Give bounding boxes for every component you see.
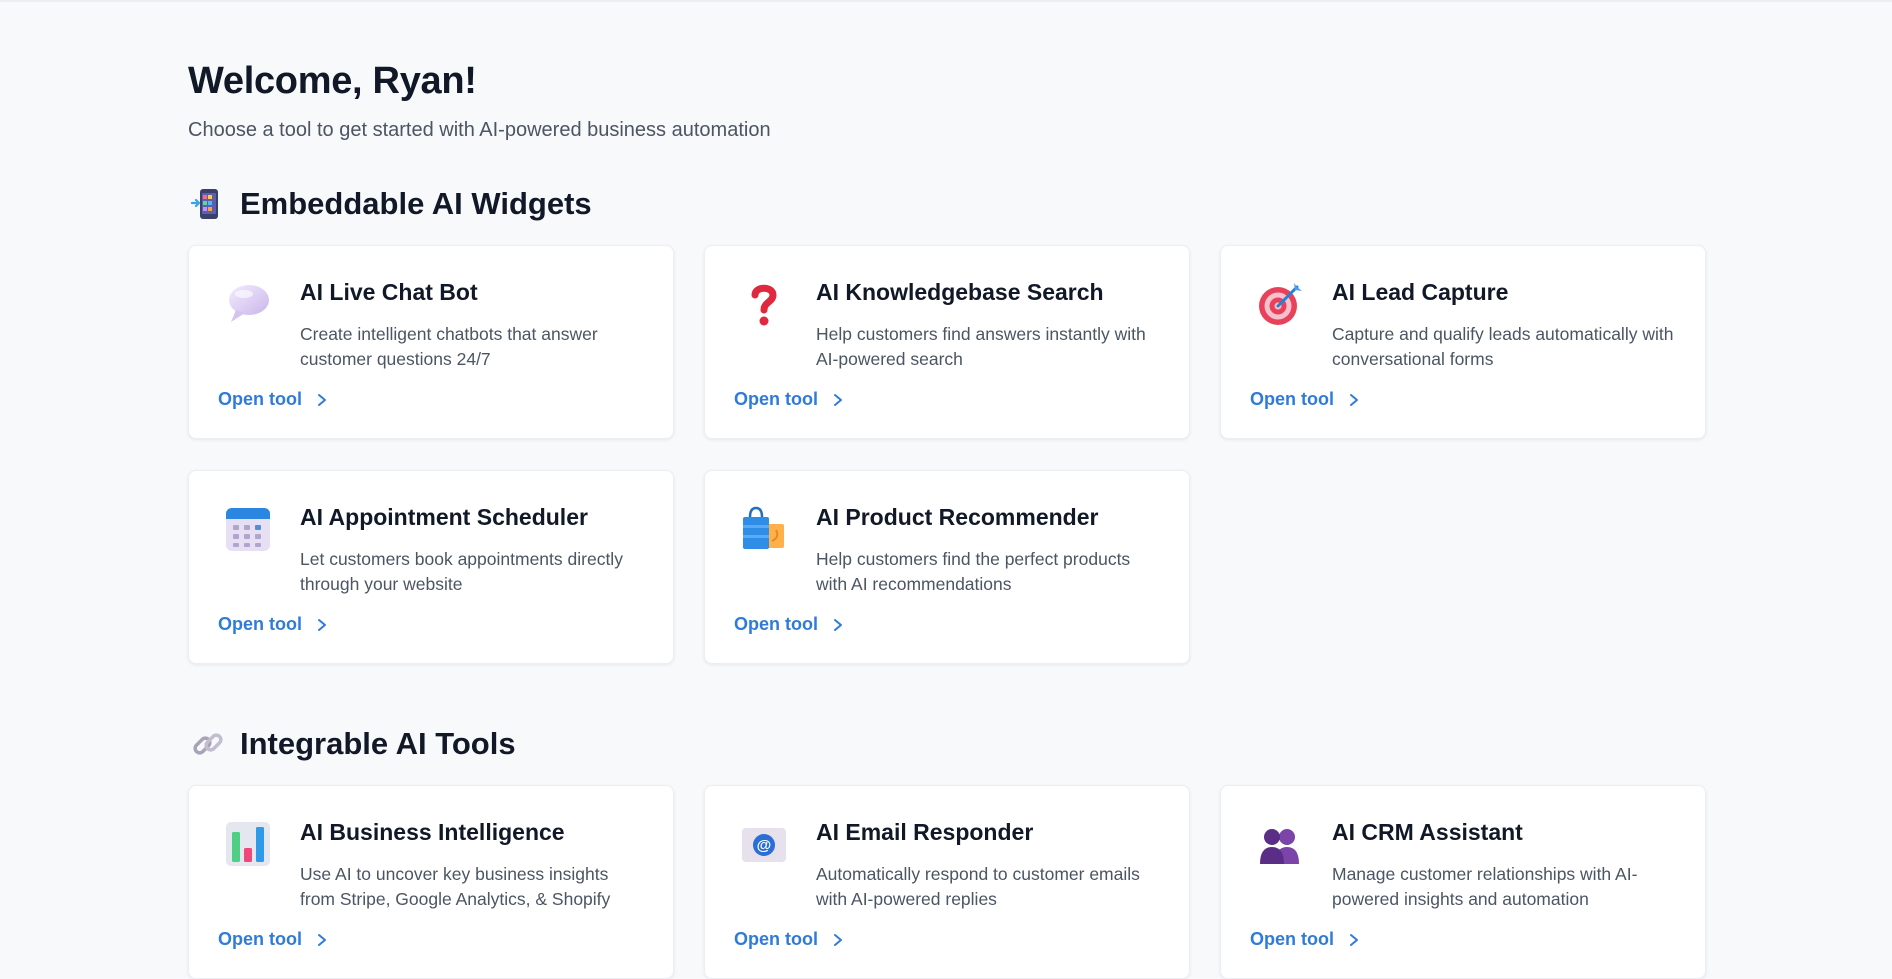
open-tool-link[interactable]: Open tool xyxy=(218,929,328,950)
card-description: Automatically respond to customer emails… xyxy=(816,864,1140,909)
tool-card-business-intelligence[interactable]: AI Business Intelligence Use AI to uncov… xyxy=(188,785,674,979)
section-title-integrable-tools: Integrable AI Tools xyxy=(188,726,516,762)
link-icon xyxy=(193,733,223,755)
top-divider xyxy=(0,0,1892,2)
tool-card-appointment-scheduler[interactable]: AI Appointment Scheduler Let customers b… xyxy=(188,470,674,664)
open-tool-link[interactable]: Open tool xyxy=(1250,389,1360,410)
card-title: AI Knowledgebase Search xyxy=(816,279,1104,305)
email-icon: @ xyxy=(742,828,786,862)
open-tool-label: Open tool xyxy=(734,614,818,634)
chevron-right-icon xyxy=(1350,393,1358,406)
page-title: Welcome, Ryan! xyxy=(188,60,477,102)
card-title: AI Business Intelligence xyxy=(300,819,565,845)
tool-card-email-responder[interactable]: @ AI Email Responder Automatically respo… xyxy=(704,785,1190,979)
tool-card-crm-assistant[interactable]: AI CRM Assistant Manage customer relatio… xyxy=(1220,785,1706,979)
tool-card-product-recommender[interactable]: AI Product Recommender Help customers fi… xyxy=(704,470,1190,664)
chevron-right-icon xyxy=(318,933,326,946)
tool-card-knowledgebase-search[interactable]: AI Knowledgebase Search Help customers f… xyxy=(704,245,1190,439)
card-description: Create intelligent chatbots that answer … xyxy=(300,324,598,369)
question-mark-icon xyxy=(751,284,777,326)
card-title: AI Lead Capture xyxy=(1332,279,1509,305)
open-tool-link[interactable]: Open tool xyxy=(734,929,844,950)
card-title: AI Live Chat Bot xyxy=(300,279,478,305)
open-tool-link[interactable]: Open tool xyxy=(734,614,844,635)
card-title: AI Product Recommender xyxy=(816,504,1099,530)
section-title-embeddable-widgets: Embeddable AI Widgets xyxy=(188,186,592,222)
chevron-right-icon xyxy=(834,618,842,631)
card-description: Let customers book appointments directly… xyxy=(300,549,623,594)
tool-card-lead-capture[interactable]: AI Lead Capture Capture and qualify lead… xyxy=(1220,245,1706,439)
card-description: Help customers find the perfect products… xyxy=(816,549,1131,594)
page-subtitle: Choose a tool to get started with AI-pow… xyxy=(188,119,771,141)
section-title-label: Embeddable AI Widgets xyxy=(240,186,592,221)
open-tool-link[interactable]: Open tool xyxy=(1250,929,1360,950)
card-description: Help customers find answers instantly wi… xyxy=(816,324,1146,369)
open-tool-label: Open tool xyxy=(1250,929,1334,949)
chevron-right-icon xyxy=(834,393,842,406)
target-icon xyxy=(1259,283,1302,325)
open-tool-label: Open tool xyxy=(218,389,302,409)
card-description: Use AI to uncover key business insights … xyxy=(300,864,611,909)
shopping-bags-icon xyxy=(743,506,784,549)
card-description: Manage customer relationships with AI-po… xyxy=(1332,864,1638,909)
bar-chart-icon xyxy=(226,822,270,866)
open-tool-label: Open tool xyxy=(734,389,818,409)
chevron-right-icon xyxy=(318,393,326,406)
card-description: Capture and qualify leads automatically … xyxy=(1332,324,1674,369)
card-title: AI Email Responder xyxy=(816,819,1034,845)
svg-text:@: @ xyxy=(757,837,772,854)
card-title: AI CRM Assistant xyxy=(1332,819,1523,845)
chevron-right-icon xyxy=(1350,933,1358,946)
open-tool-link[interactable]: Open tool xyxy=(734,389,844,410)
chevron-right-icon xyxy=(834,933,842,946)
open-tool-label: Open tool xyxy=(734,929,818,949)
speech-bubble-icon xyxy=(229,285,269,322)
open-tool-label: Open tool xyxy=(218,929,302,949)
calendar-icon xyxy=(226,508,270,551)
open-tool-link[interactable]: Open tool xyxy=(218,389,328,410)
open-tool-label: Open tool xyxy=(218,614,302,634)
section-title-label: Integrable AI Tools xyxy=(240,726,516,761)
tool-card-live-chat-bot[interactable]: AI Live Chat Bot Create intelligent chat… xyxy=(188,245,674,439)
open-tool-link[interactable]: Open tool xyxy=(218,614,328,635)
mobile-phone-icon xyxy=(191,189,218,219)
chevron-right-icon xyxy=(318,618,326,631)
people-icon xyxy=(1260,829,1299,864)
open-tool-label: Open tool xyxy=(1250,389,1334,409)
card-title: AI Appointment Scheduler xyxy=(300,504,588,530)
